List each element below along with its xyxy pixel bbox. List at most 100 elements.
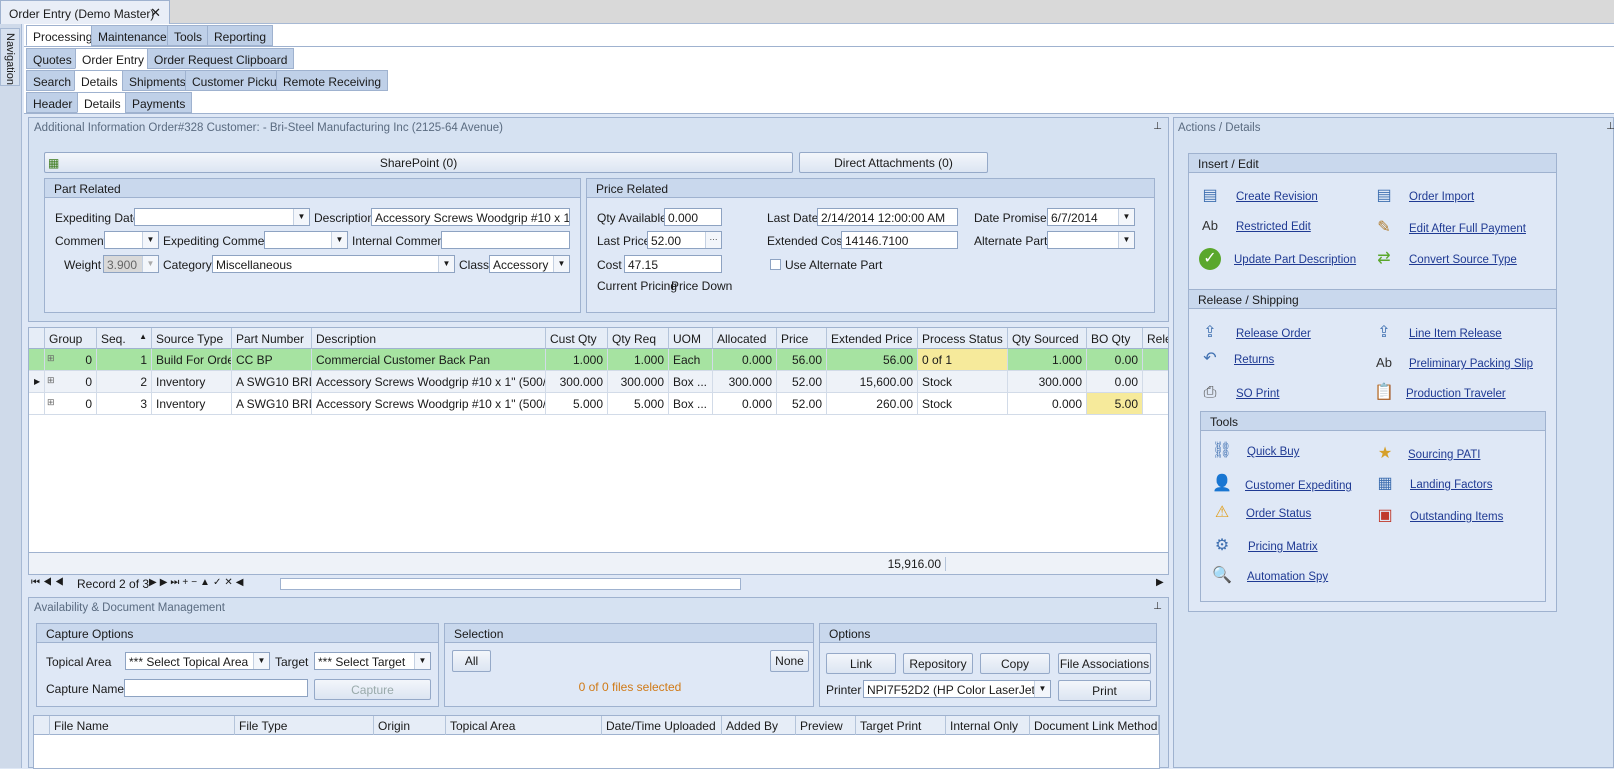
column-header[interactable]: Price [777, 328, 827, 349]
production-traveler-link[interactable]: Production Traveler [1406, 388, 1506, 400]
table-cell[interactable] [1143, 393, 1168, 415]
printer-select[interactable]: NPI7F52D2 (HP Color LaserJet CP20 ▼ [863, 680, 1051, 698]
table-cell[interactable]: CC BP [232, 349, 312, 371]
table-cell[interactable]: 0.000 [713, 349, 777, 371]
table-cell[interactable]: Stock [918, 371, 1008, 393]
table-cell[interactable]: Inventory [152, 393, 232, 415]
chevron-down-icon[interactable]: ▼ [1034, 681, 1050, 697]
chevron-down-icon[interactable]: ▼ [438, 256, 454, 272]
table-cell[interactable]: 5.00 [1087, 393, 1143, 415]
direct-attachments-button[interactable]: Direct Attachments (0) [799, 152, 988, 173]
chevron-down-icon[interactable]: ▼ [142, 232, 158, 248]
file-associations-button[interactable]: File Associations [1058, 653, 1151, 674]
date-promised-field[interactable]: 6/7/2014 ▼ [1047, 208, 1135, 226]
column-header[interactable]: Allocated [713, 328, 777, 349]
column-header[interactable]: Process Status [918, 328, 1008, 349]
table-cell[interactable]: Box ... [669, 371, 713, 393]
column-header[interactable]: Qty Req [608, 328, 669, 349]
so-print-link[interactable]: SO Print [1236, 388, 1279, 400]
update-part-description-link[interactable]: Update Part Description [1234, 254, 1356, 266]
table-cell[interactable]: 0 of 1 [918, 349, 1008, 371]
comment-field[interactable]: ▼ [104, 231, 159, 249]
column-header[interactable]: Date/Time Uploaded [602, 716, 722, 735]
scroll-right-icon[interactable]: ▶ [1156, 577, 1164, 588]
column-header[interactable]: UOM [669, 328, 713, 349]
table-cell[interactable]: 1.000 [1008, 349, 1087, 371]
nav-next-last-icons[interactable]: ▶▶⏭+−▲✓✕◀ [149, 577, 246, 588]
table-cell[interactable]: 3 [97, 393, 152, 415]
table-cell[interactable]: 260.00 [827, 393, 918, 415]
returns-link[interactable]: Returns [1234, 354, 1274, 366]
table-cell[interactable]: Stock [918, 393, 1008, 415]
table-cell[interactable] [1143, 349, 1168, 371]
table-cell[interactable]: 5.000 [608, 393, 669, 415]
table-cell[interactable]: 56.00 [827, 349, 918, 371]
pin-icon[interactable]: ⊥ [1153, 601, 1162, 612]
column-header[interactable]: Part Number [232, 328, 312, 349]
restricted-edit-link[interactable]: Restricted Edit [1236, 221, 1311, 233]
table-cell[interactable]: 5.000 [546, 393, 608, 415]
column-header[interactable]: Qty Sourced [1008, 328, 1087, 349]
tab-reporting[interactable]: Reporting [207, 25, 274, 46]
expand-icon[interactable]: ⊞ [47, 353, 55, 364]
last-date-field[interactable]: 2/14/2014 12:00:00 AM [817, 208, 958, 226]
tab-shipments[interactable]: Shipments [122, 70, 193, 91]
chevron-down-icon[interactable]: ▼ [253, 653, 269, 669]
column-header[interactable]: Cust Qty [546, 328, 608, 349]
tab-details-sub[interactable]: Details [77, 92, 128, 113]
column-header[interactable]: File Name [50, 716, 235, 735]
sourcing-pati-link[interactable]: Sourcing PATI [1408, 449, 1480, 461]
alternate-part-field[interactable]: ▼ [1047, 231, 1135, 249]
chevron-down-icon[interactable]: ▼ [1118, 232, 1134, 248]
tab-quotes[interactable]: Quotes [26, 48, 79, 69]
table-cell[interactable]: 56.00 [777, 349, 827, 371]
create-revision-link[interactable]: Create Revision [1236, 191, 1318, 203]
navigation-toggle[interactable]: Navigation [0, 28, 20, 86]
table-cell[interactable]: Each [669, 349, 713, 371]
table-cell[interactable]: 52.00 [777, 393, 827, 415]
nav-first-prev-icons[interactable]: ⏮◀◀ [31, 577, 67, 588]
pin-icon[interactable]: ⊥ [1606, 121, 1614, 132]
tab-order-request-clipboard[interactable]: Order Request Clipboard [147, 48, 295, 69]
outstanding-items-link[interactable]: Outstanding Items [1410, 511, 1503, 523]
chevron-down-icon[interactable]: ▼ [553, 256, 569, 272]
expediting-comment-field[interactable]: ▼ [264, 231, 348, 249]
copy-button[interactable]: Copy [980, 653, 1050, 674]
table-cell[interactable]: 300.000 [713, 371, 777, 393]
table-cell[interactable]: 300.000 [1008, 371, 1087, 393]
chevron-down-icon[interactable]: ▼ [293, 209, 309, 225]
horizontal-scrollbar[interactable] [280, 578, 741, 590]
target-select[interactable]: *** Select Target ▼ [314, 652, 431, 670]
tab-search[interactable]: Search [26, 70, 79, 91]
tab-details[interactable]: Details [74, 70, 125, 91]
order-import-link[interactable]: Order Import [1409, 191, 1474, 203]
class-field[interactable]: Accessory ▼ [489, 255, 570, 273]
column-header[interactable]: Origin [374, 716, 446, 735]
link-button[interactable]: Link [826, 653, 896, 674]
column-header[interactable]: Preview [796, 716, 856, 735]
topical-area-select[interactable]: *** Select Topical Area ▼ [125, 652, 270, 670]
column-header[interactable]: Document Link Method [1030, 716, 1159, 735]
column-header[interactable]: Seq. ▲ [97, 328, 152, 349]
sharepoint-button[interactable]: ▦ SharePoint (0) [44, 152, 793, 173]
cost-field[interactable]: 47.15 [624, 255, 722, 273]
column-header[interactable]: Relea [1143, 328, 1168, 349]
column-header[interactable]: Added By [722, 716, 796, 735]
capture-button[interactable]: Capture [314, 679, 431, 700]
quick-buy-link[interactable]: Quick Buy [1247, 446, 1299, 458]
table-cell[interactable]: 1.000 [608, 349, 669, 371]
table-cell[interactable]: 0.00 [1087, 371, 1143, 393]
chevron-down-icon[interactable]: ▼ [414, 653, 430, 669]
row-indicator[interactable] [29, 349, 45, 371]
use-alternate-part-checkbox[interactable] [770, 259, 781, 270]
table-cell[interactable] [1143, 371, 1168, 393]
chevron-down-icon[interactable]: ▼ [1118, 209, 1134, 225]
table-cell[interactable]: 300.000 [546, 371, 608, 393]
column-header[interactable]: File Type [235, 716, 374, 735]
column-header[interactable]: Target Print [856, 716, 946, 735]
tab-customer-pickup[interactable]: Customer Pickup [185, 70, 291, 91]
tab-header[interactable]: Header [26, 92, 80, 113]
select-none-button[interactable]: None [770, 650, 809, 672]
column-header[interactable]: Internal Only [946, 716, 1030, 735]
extended-cost-field[interactable]: 14146.7100 [841, 231, 958, 249]
